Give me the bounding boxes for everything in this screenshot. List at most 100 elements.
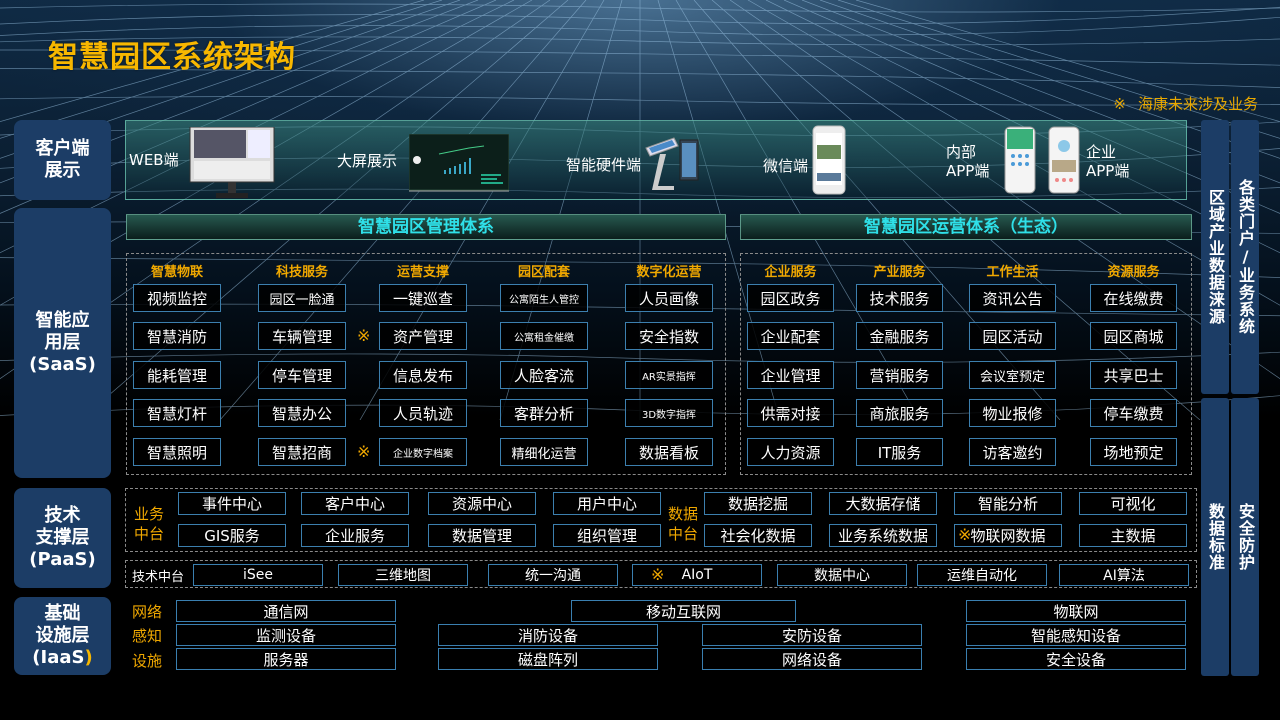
module-box[interactable]: 精细化运营 [500,438,588,466]
module-box[interactable]: 车辆管理 [258,322,346,350]
service-box[interactable]: 智能分析 [954,492,1062,515]
module-box[interactable]: 资讯公告 [969,284,1056,312]
service-box[interactable]: 企业服务 [301,524,409,547]
module-box[interactable]: AR实景指挥 [625,361,713,389]
module-box[interactable]: 一键巡查 [379,284,467,312]
service-box[interactable]: 用户中心 [553,492,661,515]
security-protection-bar: 安全防护 [1231,398,1259,676]
client-enterprise-app-label: 企业 APP端 [1086,143,1130,180]
module-box[interactable]: 会议室预定 [969,361,1056,389]
service-box[interactable]: 大数据存储 [829,492,937,515]
iaas-label-facility: 设施 [132,652,163,670]
module-box[interactable]: 园区商城 [1090,322,1177,350]
tech-service-box[interactable]: AI算法 [1059,564,1189,586]
service-box[interactable]: 主数据 [1079,524,1187,547]
module-box[interactable]: 在线缴费 [1090,284,1177,312]
layer-label-saas: 智能应 用层 (SaaS) [14,208,111,478]
module-box[interactable]: 视频监控 [133,284,221,312]
module-box[interactable]: 智慧招商 [258,438,346,466]
module-box[interactable]: 企业管理 [747,361,834,389]
client-wechat-label: 微信端 [763,157,809,175]
module-box[interactable]: 人脸客流 [500,361,588,389]
service-box[interactable]: 业务系统数据 [829,524,937,547]
module-box[interactable]: 能耗管理 [133,361,221,389]
module-box[interactable]: IT服务 [856,438,943,466]
column-header: 智慧物联 [150,265,203,280]
column-header: 运营支撑 [396,265,449,280]
business-platform-label: 业务 中台 [134,505,165,543]
data-platform-label: 数据 中台 [668,505,699,543]
module-box[interactable]: 人力资源 [747,438,834,466]
client-hardware-label: 智能硬件端 [566,156,642,174]
module-box[interactable]: 停车管理 [258,361,346,389]
infrastructure-box[interactable]: 消防设备 [438,624,658,646]
column-header: 产业服务 [873,265,926,280]
service-box[interactable]: 数据管理 [428,524,536,547]
module-box[interactable]: 营销服务 [856,361,943,389]
infrastructure-box[interactable]: 移动互联网 [571,600,796,622]
infrastructure-box[interactable]: 服务器 [176,648,396,670]
module-box[interactable]: 停车缴费 [1090,399,1177,427]
tech-service-box[interactable]: 统一沟通 [488,564,618,586]
data-standard-bar: 数据标准 [1201,398,1229,676]
module-box[interactable]: 安全指数 [625,322,713,350]
tech-service-box[interactable]: 运维自动化 [917,564,1047,586]
infrastructure-box[interactable]: 通信网 [176,600,396,622]
module-box[interactable]: 访客邀约 [969,438,1056,466]
tech-service-box[interactable]: iSee [193,564,323,586]
module-box[interactable]: 园区政务 [747,284,834,312]
module-box[interactable]: 园区活动 [969,322,1056,350]
service-box[interactable]: GIS服务 [178,524,286,547]
infrastructure-box[interactable]: 监测设备 [176,624,396,646]
kiosk-tablet-icon [645,137,699,190]
infrastructure-box[interactable]: 智能感知设备 [966,624,1186,646]
infrastructure-box[interactable]: 安全设备 [966,648,1186,670]
module-box[interactable]: 场地预定 [1090,438,1177,466]
infrastructure-box[interactable]: 物联网 [966,600,1186,622]
iaas-label-network: 网络 [132,603,163,621]
tech-service-box[interactable]: 数据中心 [777,564,907,586]
module-box[interactable]: 人员画像 [625,284,713,312]
module-box[interactable]: 企业数字档案 [379,438,467,466]
tech-service-box[interactable]: 三维地图 [338,564,468,586]
module-box[interactable]: 公寓租金催缴 [500,322,588,350]
module-box[interactable]: 客群分析 [500,399,588,427]
module-box[interactable]: 资产管理 [379,322,467,350]
regional-data-source-bar: 区域产业数据涞源 [1201,120,1229,394]
star-marker-icon: ※ [958,525,972,544]
star-marker-icon: ※ [357,442,371,461]
service-box[interactable]: 数据挖掘 [704,492,812,515]
module-box[interactable]: 公寓陌生人管控 [500,284,588,312]
module-box[interactable]: 共享巴士 [1090,361,1177,389]
module-box[interactable]: 金融服务 [856,322,943,350]
column-header: 数字化运营 [636,265,702,280]
star-marker-icon: ※ [357,326,371,345]
infrastructure-box[interactable]: 网络设备 [702,648,922,670]
module-box[interactable]: 3D数字指挥 [625,399,713,427]
module-box[interactable]: 智慧灯杆 [133,399,221,427]
module-box[interactable]: 技术服务 [856,284,943,312]
service-box[interactable]: 资源中心 [428,492,536,515]
module-box[interactable]: 数据看板 [625,438,713,466]
module-box[interactable]: 智慧照明 [133,438,221,466]
service-box[interactable]: 可视化 [1079,492,1187,515]
client-web-label: WEB端 [129,151,179,169]
module-box[interactable]: 智慧办公 [258,399,346,427]
module-box[interactable]: 人员轨迹 [379,399,467,427]
infrastructure-box[interactable]: 磁盘阵列 [438,648,658,670]
service-box[interactable]: 组织管理 [553,524,661,547]
module-box[interactable]: 物业报修 [969,399,1056,427]
service-box[interactable]: 客户中心 [301,492,409,515]
star-marker-icon: ※ [651,565,665,584]
module-box[interactable]: 供需对接 [747,399,834,427]
module-box[interactable]: 智慧消防 [133,322,221,350]
module-box[interactable]: 企业配套 [747,322,834,350]
internal-app-phone-icon [1004,126,1036,194]
page-title: 智慧园区系统架构 [48,40,296,75]
service-box[interactable]: 社会化数据 [704,524,812,547]
module-box[interactable]: 园区一脸通 [258,284,346,312]
service-box[interactable]: 事件中心 [178,492,286,515]
module-box[interactable]: 商旅服务 [856,399,943,427]
infrastructure-box[interactable]: 安防设备 [702,624,922,646]
module-box[interactable]: 信息发布 [379,361,467,389]
